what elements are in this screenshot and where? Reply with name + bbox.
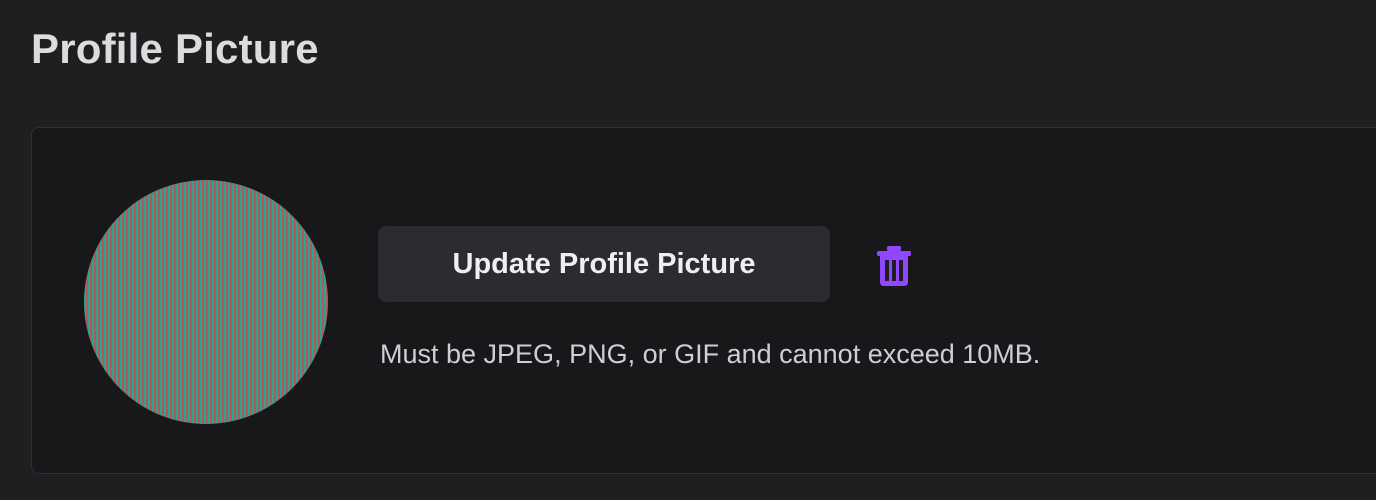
update-profile-picture-button[interactable]: Update Profile Picture (378, 226, 830, 302)
avatar (84, 180, 328, 424)
trash-icon (876, 245, 912, 287)
file-requirements-hint: Must be JPEG, PNG, or GIF and cannot exc… (380, 339, 1041, 369)
section-title: Profile Picture (31, 25, 319, 72)
delete-profile-picture-button[interactable] (866, 238, 922, 294)
profile-picture-settings: Profile Picture Update Profile Picture M… (0, 0, 1376, 500)
